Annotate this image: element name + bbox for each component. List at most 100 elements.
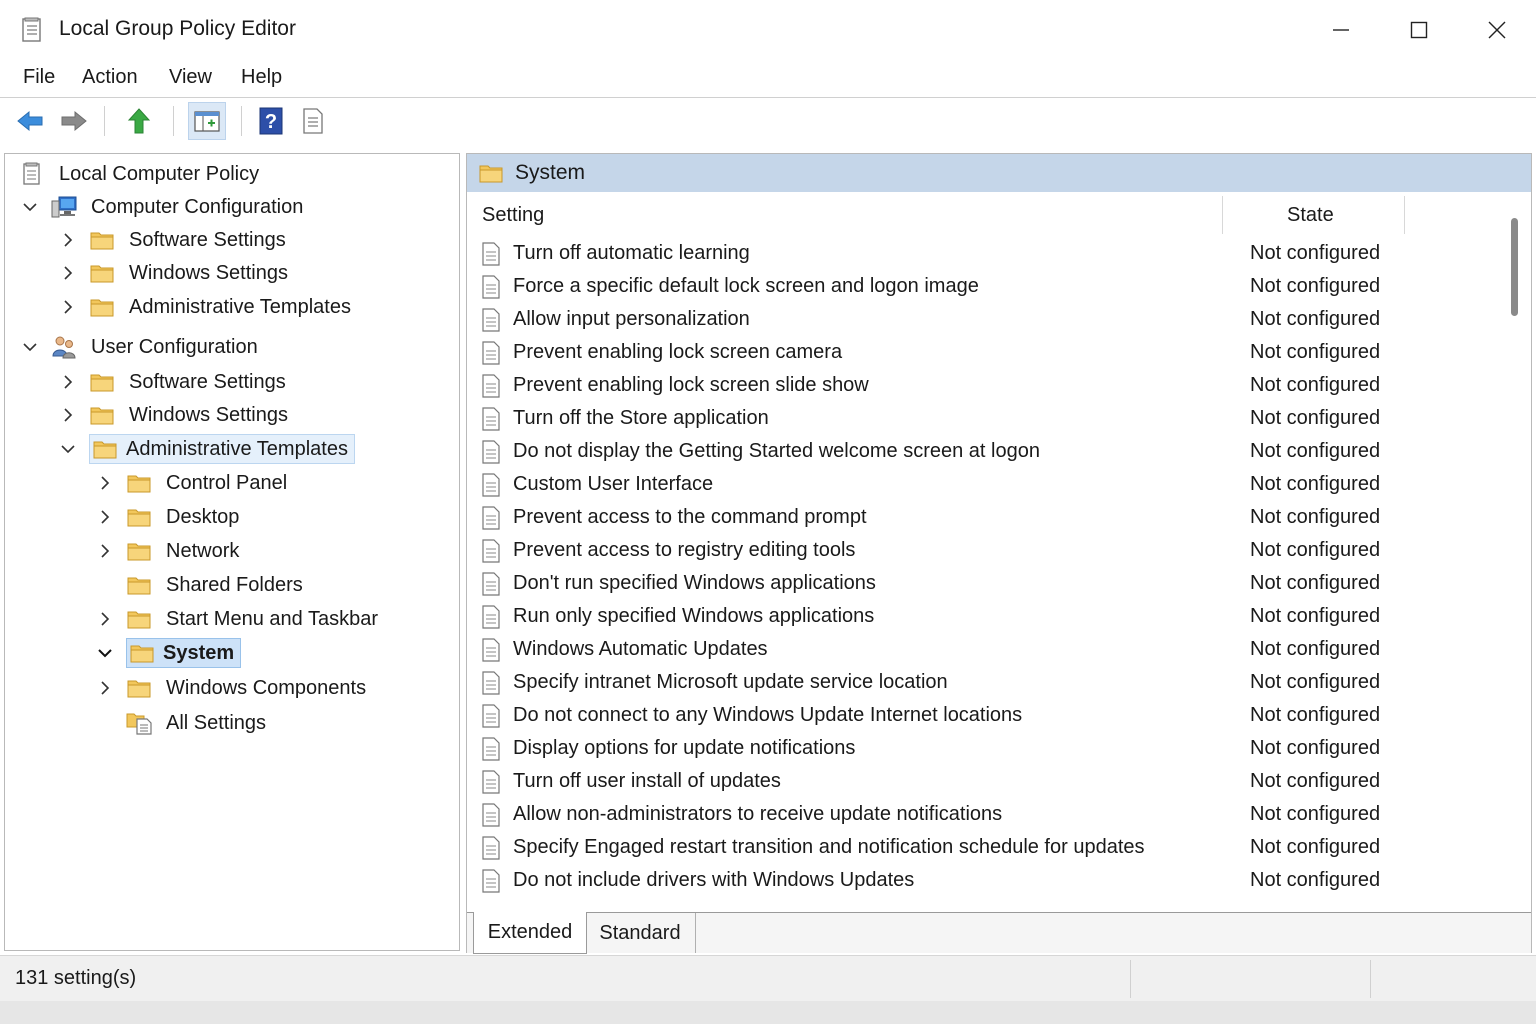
policy-setting-icon (482, 539, 500, 563)
chevron-down-icon[interactable] (19, 196, 41, 218)
view-tabs: Extended Standard (467, 912, 1531, 954)
tree-item-cc-windows-settings[interactable]: Windows Settings (57, 257, 292, 289)
setting-state: Not configured (1250, 374, 1381, 396)
policy-setting-icon (482, 803, 500, 827)
menu-help[interactable]: Help (241, 66, 282, 89)
scrollbar-thumb[interactable] (1511, 218, 1518, 316)
setting-state: Not configured (1250, 803, 1381, 825)
chevron-down-icon[interactable] (19, 336, 41, 358)
table-row[interactable]: Force a specific default lock screen and… (467, 270, 1507, 303)
chevron-right-icon[interactable] (94, 506, 116, 528)
chevron-right-icon[interactable] (94, 540, 116, 562)
tree-item-control-panel[interactable]: Control Panel (94, 467, 291, 499)
menu-file[interactable]: File (23, 66, 55, 89)
table-row[interactable]: Prevent enabling lock screen slide show N… (467, 369, 1507, 402)
tree-item-label: Start Menu and Taskbar (166, 607, 378, 630)
table-row[interactable]: Allow input personalization Not configure… (467, 303, 1507, 336)
chevron-right-icon[interactable] (94, 472, 116, 494)
minimize-icon (1333, 29, 1349, 31)
tree-item-system[interactable]: System (94, 637, 242, 669)
table-row[interactable]: Do not include drivers with Windows Upda… (467, 864, 1507, 897)
tree-item-start-menu-and-taskbar[interactable]: Start Menu and Taskbar (94, 603, 382, 635)
back-button[interactable] (11, 102, 49, 140)
chevron-right-icon[interactable] (57, 404, 79, 426)
column-header-state[interactable]: State (1287, 192, 1334, 238)
close-button[interactable] (1458, 0, 1536, 60)
column-header-setting[interactable]: Setting (482, 192, 544, 238)
table-row[interactable]: Run only specified Windows applications N… (467, 600, 1507, 633)
chevron-right-icon[interactable] (57, 229, 79, 251)
chevron-right-icon[interactable] (57, 371, 79, 393)
tree-item-cc-software-settings[interactable]: Software Settings (57, 224, 290, 256)
table-row[interactable]: Prevent access to the command prompt Not … (467, 501, 1507, 534)
help-icon: ? (259, 107, 283, 135)
vertical-scrollbar[interactable] (1507, 202, 1523, 910)
table-row[interactable]: Windows Automatic Updates Not configured (467, 633, 1507, 666)
status-setting-count: 131 setting(s) (15, 967, 137, 989)
tab-standard[interactable]: Standard (585, 913, 696, 953)
policy-setting-icon (482, 704, 500, 728)
menu-action[interactable]: Action (82, 66, 138, 89)
maximize-button[interactable] (1380, 0, 1458, 60)
column-divider[interactable] (1404, 196, 1405, 234)
tree-item-shared-folders[interactable]: Shared Folders (94, 569, 307, 601)
tree-item-user-configuration[interactable]: User Configuration (19, 331, 262, 363)
window-bottom-edge (0, 1001, 1536, 1024)
chevron-right-icon[interactable] (94, 608, 116, 630)
table-row[interactable]: Turn off automatic learning Not configure… (467, 237, 1507, 270)
window-title: Local Group Policy Editor (59, 17, 296, 40)
table-row[interactable]: Don't run specified Windows applications… (467, 567, 1507, 600)
setting-state: Not configured (1250, 539, 1381, 561)
details-title: System (515, 161, 586, 184)
policy-setting-icon (482, 242, 500, 266)
tab-extended[interactable]: Extended (473, 912, 587, 954)
column-divider[interactable] (1222, 196, 1223, 234)
table-row[interactable]: Custom User Interface Not configured (467, 468, 1507, 501)
chevron-right-icon[interactable] (57, 262, 79, 284)
table-row[interactable]: Allow non-administrators to receive upda… (467, 798, 1507, 831)
tree-item-label: User Configuration (91, 335, 258, 358)
menu-bar: File Action View Help (0, 60, 1536, 98)
chevron-down-icon[interactable] (94, 642, 116, 664)
tree-item-network[interactable]: Network (94, 535, 243, 567)
table-row[interactable]: Specify Engaged restart transition and n… (467, 831, 1507, 864)
folder-icon (126, 676, 152, 700)
show-hide-console-tree-button[interactable] (188, 102, 226, 140)
table-row[interactable]: Specify intranet Microsoft update servic… (467, 666, 1507, 699)
tree-item-desktop[interactable]: Desktop (94, 501, 243, 533)
tree-item-computer-configuration[interactable]: Computer Configuration (19, 191, 307, 223)
setting-state: Not configured (1250, 275, 1381, 297)
tree-item-uc-windows-settings[interactable]: Windows Settings (57, 399, 292, 431)
chevron-right-icon[interactable] (57, 296, 79, 318)
chevron-right-icon[interactable] (94, 677, 116, 699)
up-one-level-button[interactable] (120, 102, 158, 140)
setting-state: Not configured (1250, 473, 1381, 495)
table-row[interactable]: Do not connect to any Windows Update Int… (467, 699, 1507, 732)
tree-item-label: Control Panel (166, 471, 288, 494)
tree-item-uc-administrative-templates[interactable]: Administrative Templates (57, 433, 355, 465)
setting-name: Turn off user install of updates (513, 770, 781, 792)
close-icon (1488, 21, 1506, 39)
table-row[interactable]: Display options for update notifications… (467, 732, 1507, 765)
tree-item-cc-administrative-templates[interactable]: Administrative Templates (57, 291, 355, 323)
table-row[interactable]: Prevent access to registry editing tools… (467, 534, 1507, 567)
properties-button[interactable] (294, 102, 332, 140)
help-button[interactable]: ? (252, 102, 290, 140)
setting-name: Prevent access to the command prompt (513, 506, 867, 528)
setting-name: Turn off the Store application (513, 407, 769, 429)
table-row[interactable]: Do not display the Getting Started welco… (467, 435, 1507, 468)
minimize-button[interactable] (1302, 0, 1380, 60)
tree-item-uc-software-settings[interactable]: Software Settings (57, 366, 290, 398)
folder-icon (479, 165, 503, 183)
forward-button[interactable] (55, 102, 93, 140)
table-row[interactable]: Turn off user install of updates Not conf… (467, 765, 1507, 798)
chevron-down-icon[interactable] (57, 438, 79, 460)
menu-view[interactable]: View (169, 66, 212, 89)
tree-item-local-computer-policy[interactable]: Local Computer Policy (19, 158, 263, 190)
table-row[interactable]: Turn off the Store application Not config… (467, 402, 1507, 435)
policy-setting-icon (482, 374, 500, 398)
table-row[interactable]: Prevent enabling lock screen camera Not c… (467, 336, 1507, 369)
tree-item-windows-components[interactable]: Windows Components (94, 672, 370, 704)
tree-item-all-settings[interactable]: All Settings (94, 707, 270, 739)
policy-setting-icon (482, 836, 500, 860)
